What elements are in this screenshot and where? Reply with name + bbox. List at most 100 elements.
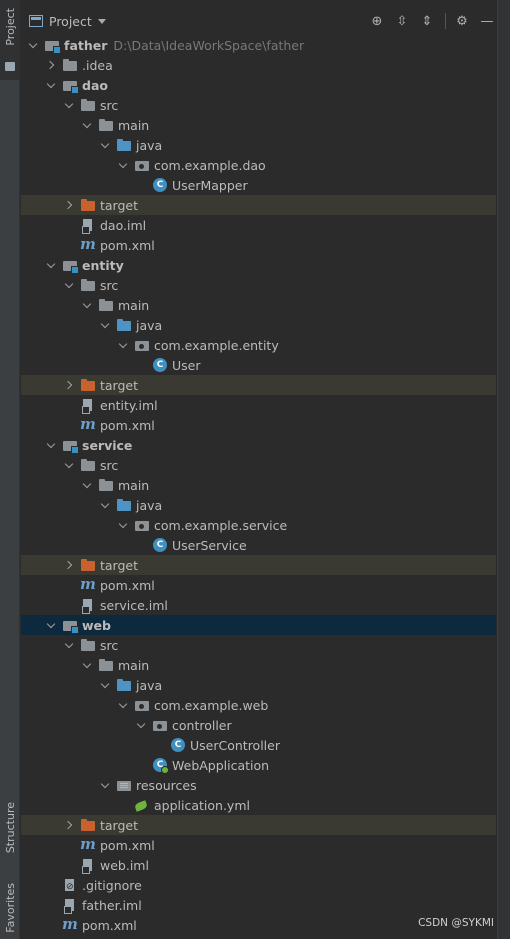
chevron-down-icon[interactable]: [81, 119, 93, 131]
chevron-down-icon[interactable]: [97, 18, 106, 24]
locate-icon[interactable]: ⊕: [368, 12, 386, 30]
tree-row-label: src: [100, 637, 119, 653]
tree-row[interactable]: target: [21, 195, 496, 215]
folder-icon: [98, 658, 114, 672]
chevron-down-icon[interactable]: [45, 79, 57, 91]
chevron-down-icon[interactable]: [63, 279, 75, 291]
tree-row[interactable]: dao.iml: [21, 215, 496, 235]
tree-row[interactable]: UserController: [21, 735, 496, 755]
tree-row[interactable]: main: [21, 475, 496, 495]
chevron-right-icon[interactable]: [63, 819, 75, 831]
java-class-icon: [152, 538, 168, 552]
tree-row[interactable]: src: [21, 95, 496, 115]
tree-row[interactable]: web.iml: [21, 855, 496, 875]
chevron-down-icon[interactable]: [99, 499, 111, 511]
favorites-tool-tab[interactable]: Favorites: [0, 876, 20, 939]
tree-row[interactable]: main: [21, 295, 496, 315]
structure-tool-tab[interactable]: Structure: [0, 790, 20, 866]
tree-arrow-spacer: [45, 899, 57, 911]
tree-row[interactable]: resources: [21, 775, 496, 795]
chevron-down-icon[interactable]: [81, 299, 93, 311]
chevron-down-icon[interactable]: [45, 619, 57, 631]
chevron-right-icon[interactable]: [63, 559, 75, 571]
spring-boot-class-icon: [152, 758, 169, 774]
chevron-down-icon[interactable]: [99, 319, 111, 331]
tree-row[interactable]: com.example.entity: [21, 335, 496, 355]
chevron-down-icon[interactable]: [63, 99, 75, 111]
source-folder-icon: [116, 678, 132, 692]
chevron-down-icon[interactable]: [63, 459, 75, 471]
tree-row[interactable]: main: [21, 655, 496, 675]
tree-row[interactable]: controller: [21, 715, 496, 735]
tree-row[interactable]: entity: [21, 255, 496, 275]
tree-row[interactable]: web: [21, 615, 496, 635]
tree-row[interactable]: pom.xml: [21, 235, 496, 255]
tree-row-label: father: [64, 37, 108, 53]
chevron-down-icon[interactable]: [81, 659, 93, 671]
chevron-down-icon[interactable]: [99, 679, 111, 691]
package-icon: [152, 718, 168, 732]
tree-row[interactable]: UserService: [21, 535, 496, 555]
expand-all-icon[interactable]: ⇳: [393, 12, 411, 30]
tree-row[interactable]: pom.xml: [21, 835, 496, 855]
tree-row[interactable]: src: [21, 275, 496, 295]
minimize-icon[interactable]: —: [478, 12, 496, 30]
tree-row[interactable]: application.yml: [21, 795, 496, 815]
tree-row[interactable]: target: [21, 815, 496, 835]
tree-row[interactable]: father.iml: [21, 895, 496, 915]
chevron-down-icon[interactable]: [117, 699, 129, 711]
chevron-down-icon[interactable]: [27, 39, 39, 51]
chevron-right-icon[interactable]: [63, 199, 75, 211]
collapse-all-icon[interactable]: ⇕: [418, 12, 436, 30]
tree-row[interactable]: service: [21, 435, 496, 455]
tree-row[interactable]: com.example.service: [21, 515, 496, 535]
chevron-down-icon[interactable]: [135, 719, 147, 731]
iml-file-icon: [80, 858, 96, 874]
project-tool-tab[interactable]: Project: [0, 0, 20, 80]
tree-row[interactable]: pom.xml: [21, 575, 496, 595]
tree-row[interactable]: java: [21, 675, 496, 695]
tree-row[interactable]: UserMapper: [21, 175, 496, 195]
tree-row[interactable]: src: [21, 455, 496, 475]
tree-row[interactable]: java: [21, 315, 496, 335]
tree-row[interactable]: dao: [21, 75, 496, 95]
tree-row[interactable]: java: [21, 495, 496, 515]
tree-row-label: entity: [82, 257, 124, 273]
left-tool-strip: Project Structure Favorites: [0, 0, 20, 939]
chevron-down-icon[interactable]: [117, 519, 129, 531]
tree-row[interactable]: com.example.web: [21, 695, 496, 715]
tree-row[interactable]: pom.xml: [21, 415, 496, 435]
tree-row[interactable]: com.example.dao: [21, 155, 496, 175]
gear-icon[interactable]: ⚙: [453, 12, 471, 30]
tree-row[interactable]: target: [21, 375, 496, 395]
chevron-right-icon[interactable]: [45, 59, 57, 71]
tree-row-label: java: [136, 677, 163, 693]
iml-file-icon: [80, 218, 96, 234]
tree-row-label: web.iml: [100, 857, 149, 873]
tree-row[interactable]: java: [21, 135, 496, 155]
tree-row[interactable]: entity.iml: [21, 395, 496, 415]
chevron-down-icon[interactable]: [81, 479, 93, 491]
tree-row[interactable]: father D:\Data\IdeaWorkSpace\father: [21, 35, 496, 55]
project-view-selector[interactable]: Project: [49, 14, 92, 29]
chevron-right-icon[interactable]: [63, 379, 75, 391]
tree-row-label: controller: [172, 717, 232, 733]
tree-row[interactable]: target: [21, 555, 496, 575]
chevron-down-icon[interactable]: [117, 339, 129, 351]
tree-row[interactable]: WebApplication: [21, 755, 496, 775]
tree-row[interactable]: User: [21, 355, 496, 375]
tree-row[interactable]: src: [21, 635, 496, 655]
tree-row[interactable]: .idea: [21, 55, 496, 75]
chevron-down-icon[interactable]: [45, 259, 57, 271]
chevron-down-icon[interactable]: [63, 639, 75, 651]
tree-row[interactable]: service.iml: [21, 595, 496, 615]
chevron-down-icon[interactable]: [99, 139, 111, 151]
maven-pom-icon: [80, 835, 96, 853]
tree-row[interactable]: .gitignore: [21, 875, 496, 895]
folder-icon: [80, 278, 96, 292]
chevron-down-icon[interactable]: [117, 159, 129, 171]
chevron-down-icon[interactable]: [99, 779, 111, 791]
tree-row[interactable]: main: [21, 115, 496, 135]
chevron-down-icon[interactable]: [45, 439, 57, 451]
tree-row-path: D:\Data\IdeaWorkSpace\father: [113, 37, 305, 53]
